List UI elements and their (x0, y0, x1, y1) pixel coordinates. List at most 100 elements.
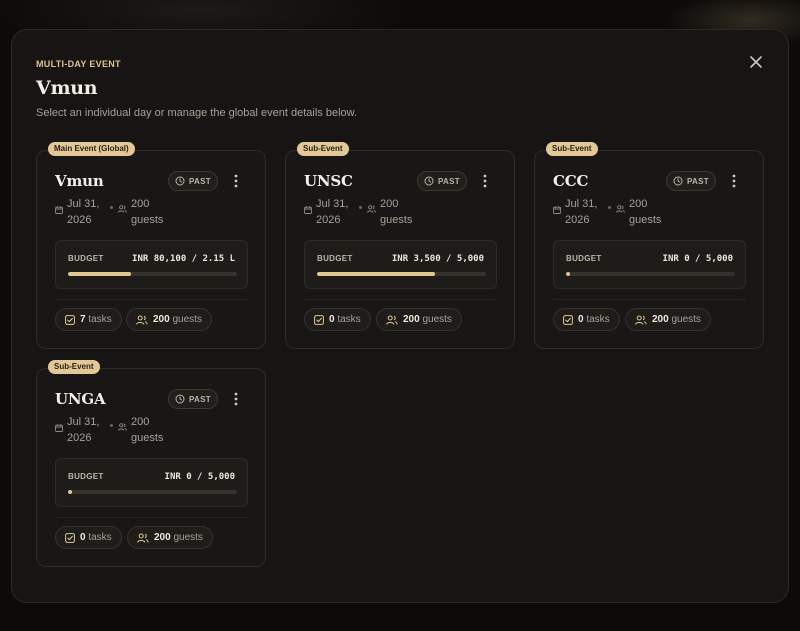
budget-progress-bar (317, 272, 486, 276)
users-icon (635, 315, 647, 325)
tasks-label: tasks (586, 314, 610, 325)
event-date-month-day: Jul 31, (316, 198, 349, 210)
tasks-label: tasks (88, 314, 112, 325)
tasks-chip[interactable]: 0 tasks (553, 308, 620, 331)
event-date-month-day: Jul 31, (565, 198, 598, 210)
budget-value: INR 80,100 / 2.15 L (132, 254, 235, 264)
event-date-year: 2026 (67, 432, 92, 444)
event-modal: MULTI-DAY EVENT Vmun Select an individua… (11, 29, 789, 603)
more-vertical-icon (234, 392, 238, 406)
users-icon (118, 423, 127, 431)
users-icon (386, 315, 398, 325)
event-guests-label: guests (131, 214, 164, 226)
checkbox-icon (314, 314, 324, 325)
event-type-tag: Sub-Event (297, 142, 349, 156)
event-guests-label: guests (629, 214, 662, 226)
guests-chip[interactable]: 200 guests (126, 308, 212, 331)
status-badge: PAST (168, 389, 218, 409)
tasks-count: 0 (578, 314, 584, 325)
tasks-label: tasks (88, 532, 112, 543)
event-date: Jul 31, 2026 (67, 196, 107, 228)
modal-title: Vmun (36, 77, 98, 99)
separator-dot (110, 206, 113, 209)
clock-icon (673, 176, 683, 186)
status-badge: PAST (168, 171, 218, 191)
guests-chip[interactable]: 200 guests (376, 308, 462, 331)
tasks-count: 7 (80, 314, 86, 325)
budget-panel: BUDGET INR 0 / 5,000 (553, 240, 746, 289)
event-name: UNGA (55, 390, 106, 408)
separator-dot (110, 424, 113, 427)
event-type-tag: Sub-Event (48, 360, 100, 374)
status-label: PAST (189, 394, 211, 404)
budget-progress-bar (566, 272, 735, 276)
separator-dot (359, 206, 362, 209)
event-card[interactable]: Main Event (Global) Vmun PAST Jul 31, 20… (36, 142, 266, 349)
status-badge: PAST (666, 171, 716, 191)
more-options-button[interactable] (229, 391, 243, 407)
event-type-tag: Sub-Event (546, 142, 598, 156)
more-options-button[interactable] (229, 173, 243, 189)
budget-progress-fill (317, 272, 436, 276)
calendar-icon (55, 206, 63, 214)
more-vertical-icon (483, 174, 487, 188)
close-button[interactable] (748, 54, 764, 70)
event-guests-label: guests (131, 432, 164, 444)
modal-eyebrow: MULTI-DAY EVENT (36, 59, 121, 69)
tasks-chip[interactable]: 0 tasks (304, 308, 371, 331)
guests-chip[interactable]: 200 guests (625, 308, 711, 331)
budget-progress-bar (68, 272, 237, 276)
modal-subtitle: Select an individual day or manage the g… (36, 107, 358, 119)
guests-label: guests (671, 314, 701, 325)
checkbox-icon (65, 314, 75, 325)
guests-count: 200 (154, 532, 171, 543)
event-guests: 200 guests (131, 414, 171, 446)
event-date-month-day: Jul 31, (67, 198, 100, 210)
event-card[interactable]: Sub-Event UNSC PAST Jul 31, 2026 200 gue… (285, 142, 515, 349)
checkbox-icon (65, 532, 75, 543)
event-card[interactable]: Sub-Event UNGA PAST Jul 31, 2026 200 gue… (36, 360, 266, 567)
tasks-count: 0 (329, 314, 335, 325)
budget-panel: BUDGET INR 0 / 5,000 (55, 458, 248, 507)
budget-value: INR 0 / 5,000 (164, 472, 235, 482)
users-icon (367, 205, 376, 213)
guests-count: 200 (652, 314, 669, 325)
clock-icon (175, 176, 185, 186)
card-divider (553, 299, 746, 300)
separator-dot (608, 206, 611, 209)
event-card[interactable]: Sub-Event CCC PAST Jul 31, 2026 200 gues… (534, 142, 764, 349)
calendar-icon (304, 206, 312, 214)
budget-label: BUDGET (68, 254, 104, 263)
tasks-chip[interactable]: 7 tasks (55, 308, 122, 331)
event-guests-count: 200 (629, 198, 648, 210)
calendar-icon (553, 206, 561, 214)
users-icon (118, 205, 127, 213)
event-guests-count: 200 (380, 198, 399, 210)
status-label: PAST (189, 176, 211, 186)
users-icon (136, 315, 148, 325)
card-divider (55, 517, 248, 518)
guests-label: guests (422, 314, 452, 325)
close-icon (750, 56, 762, 68)
guests-label: guests (172, 314, 202, 325)
more-options-button[interactable] (478, 173, 492, 189)
budget-label: BUDGET (317, 254, 353, 263)
event-guests: 200 guests (629, 196, 669, 228)
event-meta: Jul 31, 2026 200 guests (55, 196, 255, 228)
guests-chip[interactable]: 200 guests (127, 526, 213, 549)
tasks-chip[interactable]: 0 tasks (55, 526, 122, 549)
event-date: Jul 31, 2026 (565, 196, 605, 228)
event-date-month-day: Jul 31, (67, 416, 100, 428)
event-type-tag: Main Event (Global) (48, 142, 135, 156)
event-date-year: 2026 (565, 214, 590, 226)
more-options-button[interactable] (727, 173, 741, 189)
more-vertical-icon (234, 174, 238, 188)
event-name: Vmun (55, 172, 104, 190)
clock-icon (424, 176, 434, 186)
budget-progress-fill (566, 272, 571, 276)
event-name: UNSC (304, 172, 353, 190)
event-date-year: 2026 (67, 214, 92, 226)
status-badge: PAST (417, 171, 467, 191)
guests-label: guests (173, 532, 203, 543)
status-label: PAST (687, 176, 709, 186)
